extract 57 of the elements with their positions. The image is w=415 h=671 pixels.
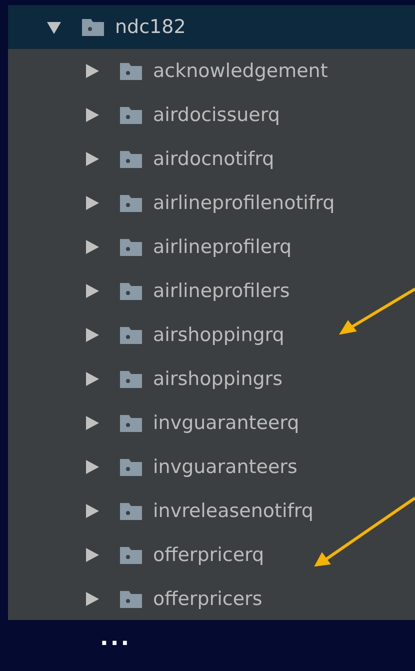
- collapsed-triangle-icon[interactable]: [84, 151, 100, 167]
- tree-item[interactable]: airdocissuerq: [8, 93, 415, 137]
- collapsed-triangle-icon[interactable]: [84, 459, 100, 475]
- folder-icon: [119, 193, 143, 213]
- folder-name: invreleasenotifrq: [153, 498, 314, 524]
- folder-name: airshoppingrq: [153, 322, 284, 348]
- tree-item[interactable]: airlineprofilers: [8, 269, 415, 313]
- folder-icon: [119, 149, 143, 169]
- folder-icon: [81, 17, 105, 37]
- collapsed-triangle-icon[interactable]: [84, 107, 100, 123]
- collapsed-triangle-icon[interactable]: [84, 547, 100, 563]
- collapsed-triangle-icon[interactable]: [84, 503, 100, 519]
- folder-name: airlineprofilenotifrq: [153, 190, 335, 216]
- collapsed-triangle-icon[interactable]: [84, 195, 100, 211]
- collapsed-triangle-icon[interactable]: [84, 371, 100, 387]
- folder-icon: [119, 281, 143, 301]
- folder-icon: [119, 105, 143, 125]
- folder-name: invguaranteers: [153, 454, 298, 480]
- folder-icon: [119, 237, 143, 257]
- folder-name: airlineprofilers: [153, 278, 290, 304]
- tree-item[interactable]: airshoppingrs: [8, 357, 415, 401]
- tree-item[interactable]: acknowledgement: [8, 49, 415, 93]
- collapsed-triangle-icon[interactable]: [84, 327, 100, 343]
- folder-name: acknowledgement: [153, 58, 328, 84]
- tree-item[interactable]: invreleasenotifrq: [8, 489, 415, 533]
- folder-icon: [119, 457, 143, 477]
- tree-item[interactable]: invguaranteers: [8, 445, 415, 489]
- tree-item[interactable]: offerpricers: [8, 577, 415, 621]
- folder-icon: [119, 501, 143, 521]
- expanded-triangle-icon[interactable]: [46, 19, 62, 35]
- folder-icon: [119, 589, 143, 609]
- tree-item[interactable]: airlineprofilenotifrq: [8, 181, 415, 225]
- folder-name: ndc182: [115, 14, 186, 40]
- folder-name: airlineprofilerq: [153, 234, 292, 260]
- folder-icon: [119, 369, 143, 389]
- folder-name: airshoppingrs: [153, 366, 283, 392]
- collapsed-triangle-icon[interactable]: [84, 591, 100, 607]
- folder-name: airdocnotifrq: [153, 146, 274, 172]
- folder-name: offerpricerq: [153, 542, 264, 568]
- folder-icon: [119, 325, 143, 345]
- tree-item[interactable]: airshoppingrq: [8, 313, 415, 357]
- tree-item[interactable]: ndc182: [8, 5, 415, 49]
- ellipsis: ...: [100, 626, 132, 651]
- folder-icon: [119, 413, 143, 433]
- folder-icon: [119, 61, 143, 81]
- collapsed-triangle-icon[interactable]: [84, 239, 100, 255]
- collapsed-triangle-icon[interactable]: [84, 415, 100, 431]
- folder-name: airdocissuerq: [153, 102, 280, 128]
- tree-item[interactable]: airlineprofilerq: [8, 225, 415, 269]
- collapsed-triangle-icon[interactable]: [84, 63, 100, 79]
- folder-name: invguaranteerq: [153, 410, 300, 436]
- folder-name: offerpricers: [153, 586, 262, 612]
- tree-item[interactable]: offerpricerq: [8, 533, 415, 577]
- folder-icon: [119, 545, 143, 565]
- tree-item[interactable]: invguaranteerq: [8, 401, 415, 445]
- tree-item[interactable]: airdocnotifrq: [8, 137, 415, 181]
- collapsed-triangle-icon[interactable]: [84, 283, 100, 299]
